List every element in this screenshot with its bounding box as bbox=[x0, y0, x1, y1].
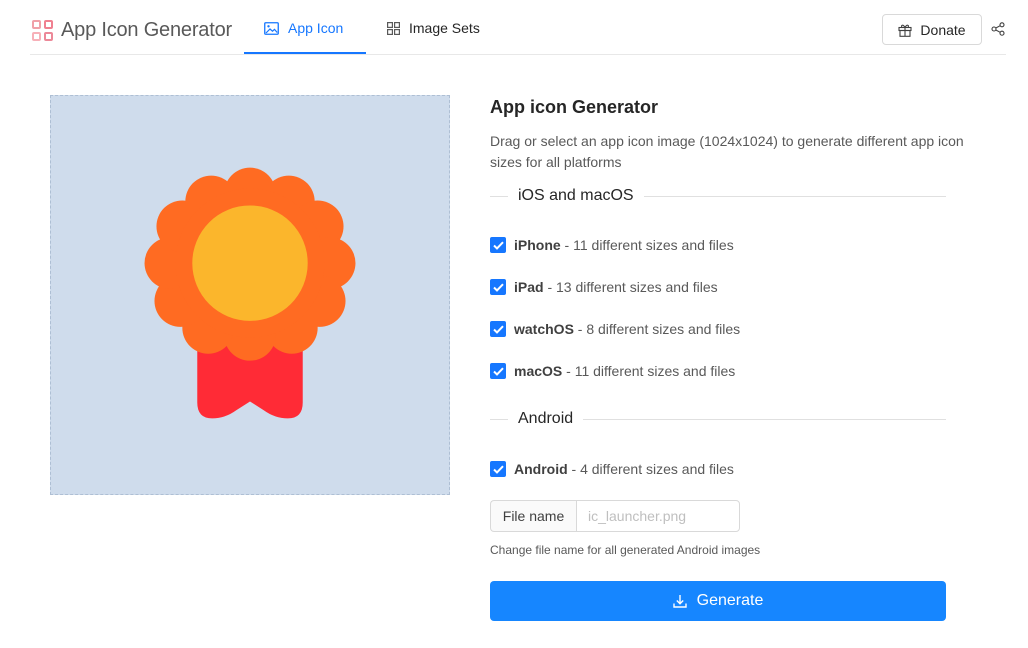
option-watchos[interactable]: watchOS - 8 different sizes and files bbox=[490, 321, 740, 337]
option-name: macOS bbox=[514, 363, 563, 379]
section-heading-ios-macos: iOS and macOS bbox=[518, 187, 634, 204]
filename-input[interactable] bbox=[576, 500, 740, 532]
gift-icon bbox=[898, 24, 912, 37]
option-detail: - 11 different sizes and files bbox=[562, 363, 736, 379]
option-name: iPhone bbox=[514, 237, 561, 253]
tab-image-sets-label: Image Sets bbox=[409, 20, 480, 36]
section-divider-ios-macos: iOS and macOS bbox=[490, 185, 946, 207]
award-ribbon-icon bbox=[144, 167, 356, 419]
image-icon bbox=[264, 21, 279, 35]
panel-description: Drag or select an app icon image (1024x1… bbox=[490, 133, 964, 170]
tab-app-icon-label: App Icon bbox=[288, 20, 344, 36]
tab-app-icon[interactable]: App Icon bbox=[264, 0, 343, 56]
share-icon[interactable] bbox=[991, 22, 1005, 36]
checkbox-checked-icon[interactable] bbox=[490, 279, 506, 295]
grid-icon bbox=[387, 21, 400, 35]
download-icon bbox=[672, 595, 687, 608]
panel-title: App icon Generator bbox=[490, 97, 659, 117]
tab-image-sets[interactable]: Image Sets bbox=[387, 0, 480, 56]
checkbox-checked-icon[interactable] bbox=[490, 321, 506, 337]
option-name: watchOS bbox=[514, 321, 574, 337]
image-dropzone[interactable] bbox=[50, 95, 450, 495]
option-detail: - 4 different sizes and files bbox=[567, 461, 734, 477]
option-name: Android bbox=[514, 461, 568, 477]
checkbox-checked-icon[interactable] bbox=[490, 237, 506, 253]
option-detail: - 8 different sizes and files bbox=[573, 321, 741, 337]
header-divider bbox=[30, 54, 1006, 55]
checkbox-checked-icon[interactable] bbox=[490, 363, 506, 379]
logo-grid-icon bbox=[32, 20, 53, 41]
section-divider-android: Android bbox=[490, 408, 946, 430]
option-detail: - 11 different sizes and files bbox=[560, 237, 734, 253]
generate-label: Generate bbox=[696, 592, 764, 609]
generator-panel: App icon Generator Drag or select an app… bbox=[490, 95, 964, 173]
option-iphone[interactable]: iPhone - 11 different sizes and files bbox=[490, 237, 734, 253]
filename-field-group: File name bbox=[490, 500, 740, 532]
checkbox-checked-icon[interactable] bbox=[490, 461, 506, 477]
app-title: App Icon Generator bbox=[61, 19, 232, 41]
filename-label: File name bbox=[490, 500, 576, 532]
app-logo[interactable]: App Icon Generator bbox=[32, 19, 232, 42]
option-ipad[interactable]: iPad - 13 different sizes and files bbox=[490, 279, 718, 295]
option-name: iPad bbox=[514, 279, 544, 295]
filename-hint: Change file name for all generated Andro… bbox=[490, 543, 761, 557]
option-android[interactable]: Android - 4 different sizes and files bbox=[490, 461, 734, 477]
generate-button[interactable]: Generate bbox=[490, 581, 946, 621]
option-macos[interactable]: macOS - 11 different sizes and files bbox=[490, 363, 735, 379]
donate-button[interactable]: Donate bbox=[882, 14, 982, 45]
donate-label: Donate bbox=[920, 21, 966, 38]
app-header: App Icon Generator App Icon Image Sets D… bbox=[0, 0, 1028, 56]
option-detail: - 13 different sizes and files bbox=[543, 279, 718, 295]
section-heading-android: Android bbox=[518, 410, 574, 427]
